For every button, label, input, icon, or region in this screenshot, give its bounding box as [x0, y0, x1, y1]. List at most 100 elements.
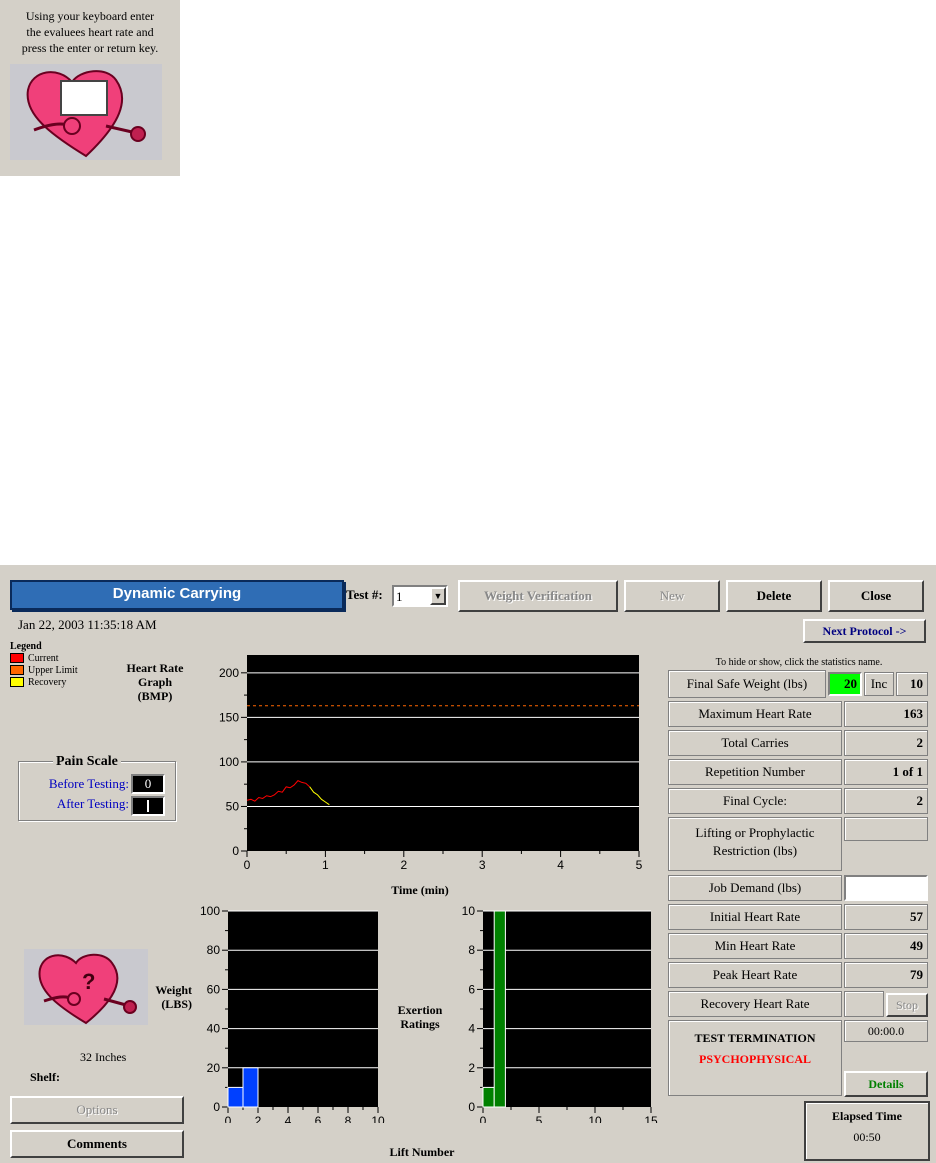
- comments-button[interactable]: Comments: [10, 1130, 184, 1158]
- stat-name-repetition-number[interactable]: Repetition Number: [668, 759, 842, 785]
- y-tick-label: 0: [213, 1100, 220, 1114]
- weight-bar: [227, 1086, 244, 1108]
- y-tick-label: 100: [219, 755, 239, 769]
- stat-value-recovery-heart-rate: [844, 991, 884, 1017]
- test-number-select[interactable]: 1 ▼: [392, 585, 448, 607]
- x-tick-label: 2: [255, 1114, 262, 1123]
- delete-button[interactable]: Delete: [726, 580, 822, 612]
- elapsed-time-panel: Elapsed Time 00:50: [804, 1101, 930, 1161]
- y-tick-label: 8: [468, 943, 475, 957]
- legend-item-recovery: Recovery: [10, 676, 78, 688]
- exertion-label-line: Ratings: [400, 1017, 440, 1031]
- stat-name-total-carries[interactable]: Total Carries: [668, 730, 842, 756]
- stat-name-restriction[interactable]: Lifting or Prophylactic Restriction (lbs…: [668, 817, 842, 871]
- x-tick-label: 5: [536, 1114, 543, 1123]
- exertion-bar: [482, 1086, 495, 1108]
- time-axis-label: Time (min): [391, 883, 449, 897]
- y-tick-label: 60: [207, 982, 221, 996]
- plot-area: [247, 655, 639, 851]
- stat-name-initial-heart-rate[interactable]: Initial Heart Rate: [668, 904, 842, 930]
- x-tick-label: 6: [315, 1114, 322, 1123]
- legend-label: Current: [28, 652, 59, 664]
- stat-name-job-demand[interactable]: Job Demand (lbs): [668, 875, 842, 901]
- y-tick-label: 40: [207, 1022, 221, 1036]
- prompt-text: Using your keyboard enter the evaluees h…: [2, 8, 178, 56]
- stat-value-min-heart-rate: 49: [844, 933, 928, 959]
- y-tick-label: 0: [468, 1100, 475, 1114]
- y-tick-label: 20: [207, 1061, 221, 1075]
- lift-number-label: Lift Number: [389, 1145, 455, 1159]
- hr-label-line: (BMP): [137, 689, 173, 703]
- heart-rate-axis-label: Heart Rate Graph (BMP): [110, 661, 200, 703]
- prompt-line-2: the evaluees heart rate and: [26, 25, 154, 39]
- stat-value-max-heart-rate: 163: [844, 701, 928, 727]
- stat-value-peak-heart-rate: 79: [844, 962, 928, 988]
- weight-verification-button[interactable]: Weight Verification: [458, 580, 618, 612]
- termination-reason: PSYCHOPHYSICAL: [698, 1052, 811, 1066]
- legend-swatch: [10, 665, 24, 675]
- legend: Legend Current Upper Limit Recovery: [10, 641, 78, 688]
- legend-label: Upper Limit: [28, 664, 78, 676]
- prompt-line-1: Using your keyboard enter: [25, 9, 155, 23]
- test-number-label: Test #:: [346, 587, 383, 602]
- y-tick-label: 4: [468, 1022, 475, 1036]
- weight-bar: [242, 1067, 259, 1108]
- heart-rate-chart: 0 50 100 150 200 0 1 2 3 4 5: [219, 655, 643, 872]
- final-safe-weight-label[interactable]: Final Safe Weight (lbs): [668, 670, 826, 698]
- heart-rate-prompt: Using your keyboard enter the evaluees h…: [0, 0, 180, 176]
- pain-scale-title: Pain Scale: [53, 754, 121, 770]
- elapsed-time-value: 00:50: [853, 1130, 881, 1144]
- final-safe-weight-value: 20: [828, 672, 862, 696]
- test-number-value: 1: [396, 589, 403, 604]
- plot-area: [483, 911, 651, 1107]
- weight-chart: 0 20 40 60 80 100 0 2 4 6 8 10: [200, 904, 385, 1123]
- before-testing-label: Before Testing:: [48, 776, 129, 791]
- inc-value: 10: [896, 672, 928, 696]
- termination-title: TEST TERMINATION: [694, 1031, 816, 1045]
- stat-value-initial-heart-rate: 57: [844, 904, 928, 930]
- exertion-axis-label: Exertion Ratings: [386, 1003, 454, 1031]
- stop-button[interactable]: Stop: [886, 993, 928, 1017]
- hr-label-line: Heart Rate: [126, 661, 184, 675]
- before-testing-value[interactable]: 0: [131, 774, 165, 794]
- pain-scale-panel: Pain Scale Before Testing: 0 After Testi…: [18, 754, 176, 821]
- after-testing-input[interactable]: [131, 796, 165, 816]
- close-button[interactable]: Close: [828, 580, 924, 612]
- shelf-label: Shelf:: [30, 1070, 60, 1084]
- chevron-down-icon[interactable]: ▼: [430, 587, 446, 605]
- stat-name-max-heart-rate[interactable]: Maximum Heart Rate: [668, 701, 842, 727]
- y-tick-label: 10: [462, 904, 476, 918]
- x-tick-label: 0: [244, 858, 251, 872]
- x-tick-label: 10: [588, 1114, 602, 1123]
- stat-value-total-carries: 2: [844, 730, 928, 756]
- stat-name-peak-heart-rate[interactable]: Peak Heart Rate: [668, 962, 842, 988]
- text-cursor: [147, 800, 149, 812]
- heart-rate-input[interactable]: [60, 80, 108, 116]
- legend-item-upper-limit: Upper Limit: [10, 664, 78, 676]
- stat-name-min-heart-rate[interactable]: Min Heart Rate: [668, 933, 842, 959]
- legend-item-current: Current: [10, 652, 78, 664]
- stats-hint: To hide or show, click the statistics na…: [715, 657, 883, 668]
- termination-panel: TEST TERMINATION PSYCHOPHYSICAL: [668, 1020, 842, 1096]
- legend-title: Legend: [10, 641, 42, 652]
- details-button[interactable]: Details: [844, 1071, 928, 1097]
- y-tick-label: 150: [219, 710, 239, 724]
- x-tick-label: 3: [479, 858, 486, 872]
- x-tick-label: 4: [285, 1114, 292, 1123]
- svg-text:?: ?: [82, 969, 95, 994]
- new-button[interactable]: New: [624, 580, 720, 612]
- y-tick-label: 200: [219, 666, 239, 680]
- job-demand-input[interactable]: [844, 875, 928, 901]
- stat-name-recovery-heart-rate[interactable]: Recovery Heart Rate: [668, 991, 842, 1017]
- heart-question-icon: ?: [38, 953, 137, 1025]
- termination-time: 00:00.0: [844, 1020, 928, 1042]
- next-protocol-button[interactable]: Next Protocol ->: [803, 619, 926, 643]
- y-tick-label: 80: [207, 943, 221, 957]
- inc-label: Inc: [864, 672, 894, 696]
- stat-value-repetition-number: 1 of 1: [844, 759, 928, 785]
- exertion-chart: 0 2 4 6 8 10 0 5 10 15: [462, 904, 658, 1123]
- options-button[interactable]: Options: [10, 1096, 184, 1124]
- x-tick-label: 1: [322, 858, 329, 872]
- stat-name-final-cycle[interactable]: Final Cycle:: [668, 788, 842, 814]
- legend-swatch: [10, 677, 24, 687]
